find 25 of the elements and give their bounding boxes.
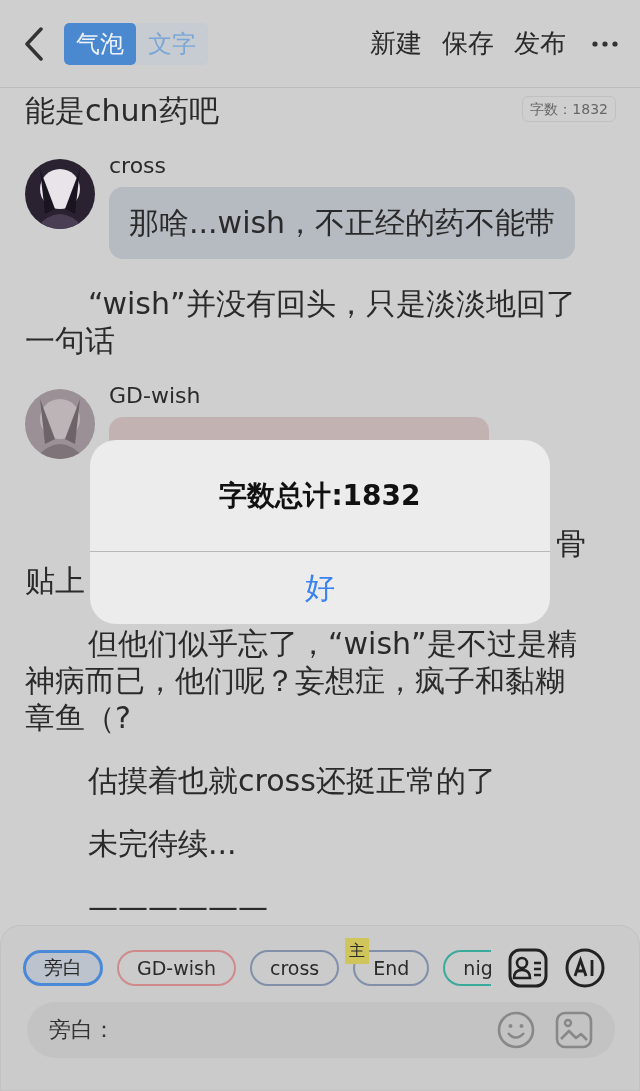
header-action[interactable]: 发布 xyxy=(514,26,566,61)
story-text: 骨 xyxy=(556,525,586,562)
story-paragraph: 但他们似乎忘了，“wish”是不过是精 神病而已，他们呢？妄想症，疯子和黏糊 章鱼（? xyxy=(25,625,578,736)
role-chip[interactable]: nig xyxy=(443,950,491,986)
back-icon[interactable] xyxy=(24,26,44,61)
story-paragraph: 估摸着也就cross还挺正常的了 xyxy=(87,762,497,799)
contact-card-icon[interactable] xyxy=(508,948,548,988)
alert-title: 字数总计:1832 xyxy=(90,440,550,552)
story-paragraph: —————— xyxy=(87,888,269,925)
more-icon[interactable] xyxy=(592,40,618,47)
story-text: 贴上 xyxy=(25,563,85,598)
story-paragraph: “wish”并没有回头，只是淡淡地回了 一句话 xyxy=(25,285,577,359)
role-chip[interactable]: cross xyxy=(249,950,340,986)
ai-icon[interactable] xyxy=(565,948,605,988)
word-count-badge: 字数：1832 xyxy=(522,96,616,122)
speaker-name: cross xyxy=(109,153,168,179)
header-action[interactable]: 新建 xyxy=(370,26,422,61)
story-paragraph: 未完待续... xyxy=(87,825,238,862)
role-chip[interactable]: 旁白 xyxy=(23,950,103,986)
main-badge: 主 xyxy=(345,938,370,964)
speaker-name: GD-wish xyxy=(109,383,202,409)
message-bubble: 那啥...wish，不正经的药不能带 xyxy=(109,187,576,259)
header-action[interactable]: 保存 xyxy=(442,26,494,61)
role-chip[interactable]: GD-wish xyxy=(117,950,236,986)
story-text: 能是chun药吧 xyxy=(25,92,219,129)
